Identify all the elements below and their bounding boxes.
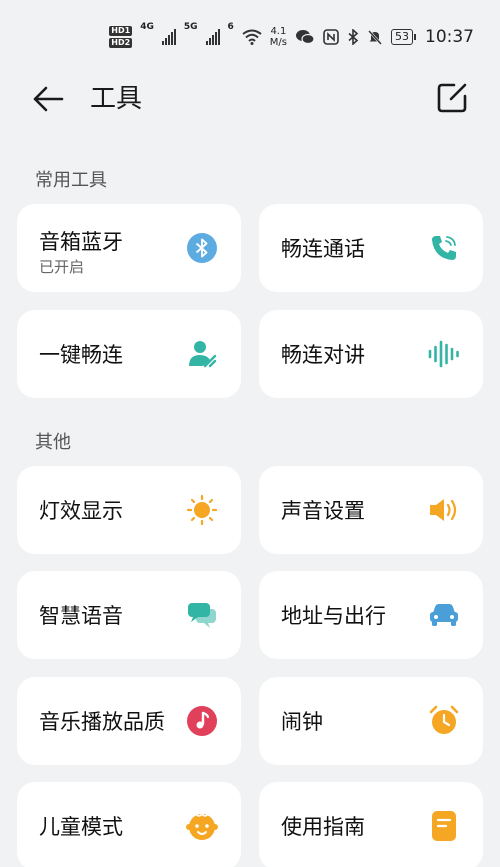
card-title: 儿童模式	[39, 815, 123, 839]
card-title: 音箱蓝牙	[39, 230, 123, 254]
card-title: 智慧语音	[39, 604, 123, 628]
document-icon	[427, 809, 461, 843]
page-header: 工具	[0, 74, 500, 124]
page-title: 工具	[90, 84, 143, 114]
card-one-key[interactable]: 一键畅连	[17, 310, 241, 398]
car-icon	[427, 598, 461, 632]
section-label-common: 常用工具	[35, 170, 107, 191]
signal-icon	[161, 29, 176, 45]
sun-icon	[185, 493, 219, 527]
network-type-2: 5G	[183, 22, 198, 32]
network-type-1: 4G	[140, 22, 154, 32]
chat-bubble-icon	[185, 598, 219, 632]
child-face-icon	[185, 809, 219, 843]
nfc-icon	[323, 29, 339, 45]
alarm-clock-icon	[427, 704, 461, 738]
battery-indicator: 53	[391, 29, 416, 45]
user-connect-icon	[185, 337, 219, 371]
hd1-label: HD1	[109, 26, 133, 36]
card-speaker-bluetooth[interactable]: 音箱蓝牙 已开启	[17, 204, 241, 292]
card-title: 灯效显示	[39, 499, 123, 523]
wifi-icon	[242, 29, 262, 45]
arrow-left-icon	[33, 86, 64, 112]
card-kids-mode[interactable]: 儿童模式	[17, 782, 241, 867]
wifi-version: 6	[227, 22, 234, 32]
network-speed: 4.1 M/s	[269, 26, 287, 48]
card-intercom[interactable]: 畅连对讲	[259, 310, 483, 398]
status-bar: HD1 HD2 4G 5G 6 4.1 M/s 53 10:37	[0, 0, 500, 74]
card-title: 畅连对讲	[281, 343, 365, 367]
edit-icon	[437, 83, 467, 113]
hd-indicator: HD1 HD2	[109, 26, 133, 48]
music-icon	[185, 704, 219, 738]
card-title: 使用指南	[281, 815, 365, 839]
card-address-travel[interactable]: 地址与出行	[259, 571, 483, 659]
card-light-effect[interactable]: 灯效显示	[17, 466, 241, 554]
wechat-icon	[296, 30, 315, 45]
card-call[interactable]: 畅连通话	[259, 204, 483, 292]
back-button[interactable]	[30, 82, 66, 116]
speaker-icon	[427, 493, 461, 527]
card-subtitle: 已开启	[39, 258, 85, 276]
card-sound-settings[interactable]: 声音设置	[259, 466, 483, 554]
phone-icon	[427, 231, 461, 265]
card-smart-voice[interactable]: 智慧语音	[17, 571, 241, 659]
section-label-other: 其他	[35, 432, 71, 453]
mute-icon	[368, 30, 382, 45]
edit-button[interactable]	[434, 80, 470, 116]
bluetooth-icon	[185, 231, 219, 265]
clock: 10:37	[425, 27, 474, 47]
hd2-label: HD2	[109, 38, 133, 48]
card-title: 音乐播放品质	[39, 710, 165, 734]
card-title: 一键畅连	[39, 343, 123, 367]
voice-wave-icon	[427, 337, 461, 371]
card-title: 畅连通话	[281, 237, 365, 261]
card-user-guide[interactable]: 使用指南	[259, 782, 483, 867]
card-alarm[interactable]: 闹钟	[259, 677, 483, 765]
bluetooth-status-icon	[348, 29, 359, 45]
card-music-quality[interactable]: 音乐播放品质	[17, 677, 241, 765]
card-title: 声音设置	[281, 499, 365, 523]
card-title: 闹钟	[281, 710, 323, 734]
card-title: 地址与出行	[281, 604, 386, 628]
signal-icon	[205, 29, 220, 45]
